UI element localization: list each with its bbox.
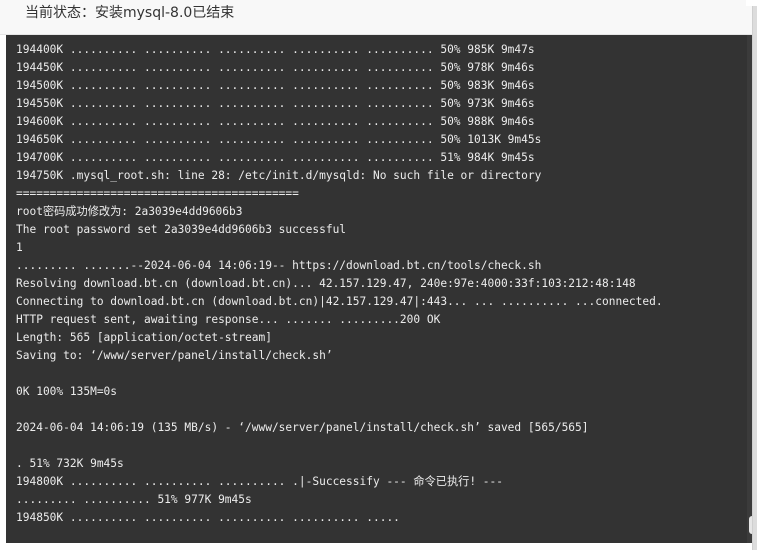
log-line: 194400K .......... .......... ..........…: [16, 43, 535, 56]
log-line: 194800K .......... .......... ..........…: [16, 475, 504, 488]
install-status-dialog: 当前状态：安装mysql-8.0已结束 194350K .......... .…: [0, 0, 757, 550]
log-line: . 51% 732K 9m45s: [16, 457, 124, 470]
log-line: ......... .......... 51% 977K 9m45s: [16, 493, 252, 506]
log-line: 2024-06-04 14:06:19 (135 MB/s) - ‘/www/s…: [16, 421, 589, 434]
log-line: root密码成功修改为: 2a3039e4dd9606b3: [16, 205, 243, 218]
console-scrollbar[interactable]: [747, 35, 752, 543]
log-line: 194850K .......... .......... ..........…: [16, 511, 400, 524]
dialog-title: 当前状态：安装mysql-8.0已结束: [25, 5, 235, 21]
log-line: Resolving download.bt.cn (download.bt.cn…: [16, 277, 636, 290]
log-line: Saving to: ‘/www/server/panel/install/ch…: [16, 349, 333, 362]
log-line: 194750K .mysql_root.sh: line 28: /etc/in…: [16, 169, 542, 182]
scrollbar-thumb[interactable]: [749, 516, 752, 534]
log-line: ......... .......--2024-06-04 14:06:19--…: [16, 259, 542, 272]
log-line: The root password set 2a3039e4dd9606b3 s…: [16, 223, 347, 236]
log-line: 0K 100% 135M=0s: [16, 385, 118, 398]
dialog-footer: [0, 543, 752, 550]
log-line: HTTP request sent, awaiting response... …: [16, 313, 441, 326]
dialog-close-corner[interactable]: [746, 0, 757, 6]
dialog-header: 当前状态：安装mysql-8.0已结束: [0, 0, 752, 35]
log-line: 1: [16, 241, 23, 254]
log-line: 194500K .......... .......... ..........…: [16, 79, 535, 92]
log-line: 194600K .......... .......... ..........…: [16, 115, 535, 128]
log-line: Length: 565 [application/octet-stream]: [16, 331, 272, 344]
log-line: Connecting to download.bt.cn (download.b…: [16, 295, 663, 308]
install-log-console[interactable]: 194350K .......... .......... ..........…: [6, 35, 752, 543]
log-line: 194450K .......... .......... ..........…: [16, 61, 535, 74]
log-line: 194550K .......... .......... ..........…: [16, 97, 535, 110]
log-line: 194700K .......... .......... ..........…: [16, 151, 535, 164]
log-separator: ========================================…: [16, 187, 299, 200]
log-line: 194650K .......... .......... ..........…: [16, 133, 542, 146]
